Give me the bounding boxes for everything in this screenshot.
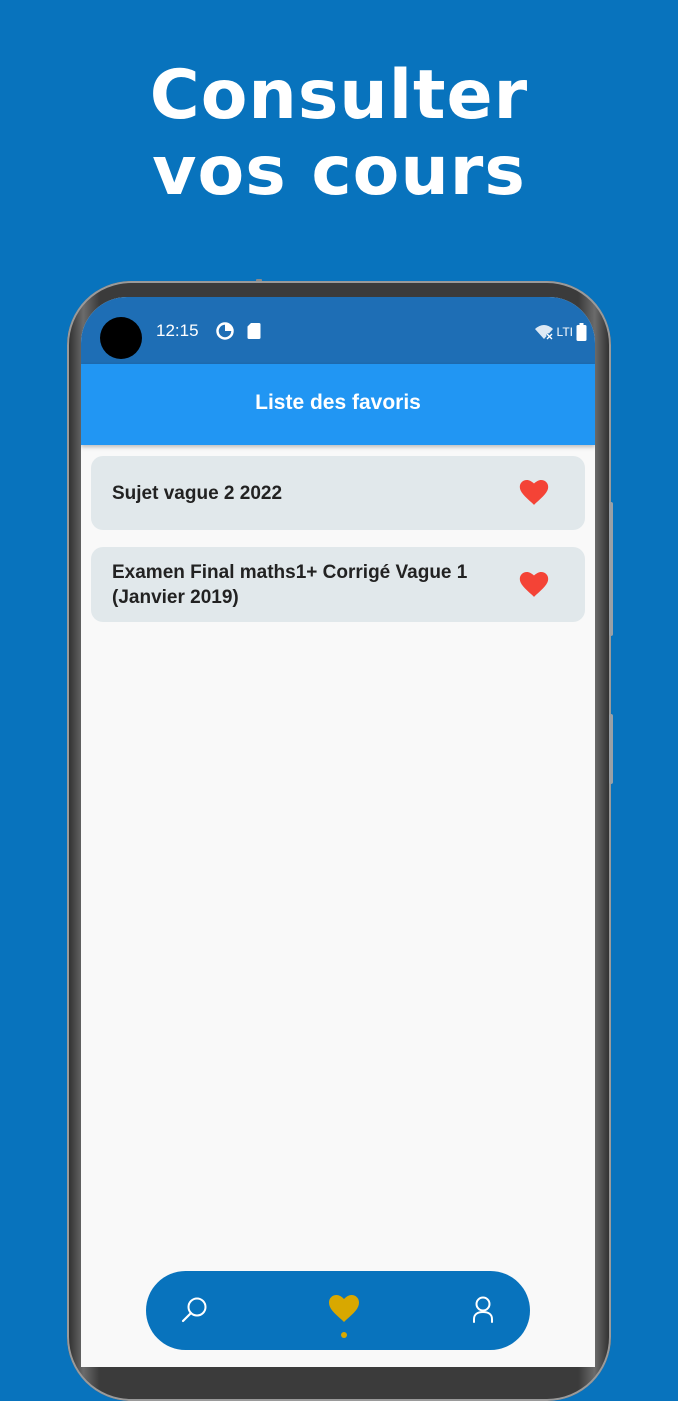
phone-power-button	[609, 714, 613, 784]
sd-card-icon	[247, 323, 261, 339]
phone-screen: 12:15 LTI Liste des favoris Sujet vague …	[81, 297, 595, 1367]
wifi-off-icon	[534, 325, 553, 340]
promo-title: Consulter vos cours	[0, 58, 678, 210]
app-bar: Liste des favoris	[81, 364, 595, 445]
profile-icon[interactable]	[466, 1293, 500, 1327]
active-nav-indicator	[341, 1332, 347, 1338]
bottom-navigation	[146, 1271, 530, 1350]
promo-title-line2: vos cours	[152, 132, 526, 211]
promo-title-line1: Consulter	[149, 56, 529, 135]
status-right-cluster: LTI	[534, 323, 587, 341]
favorite-item-title: Examen Final maths1+ Corrigé Vague 1 (Ja…	[112, 561, 468, 608]
search-icon[interactable]	[178, 1293, 212, 1327]
network-type: LTI	[556, 325, 573, 339]
status-bar: 12:15 LTI	[81, 297, 595, 364]
phone-volume-button	[609, 502, 613, 636]
favorite-item[interactable]: Examen Final maths1+ Corrigé Vague 1 (Ja…	[91, 547, 585, 622]
heart-icon[interactable]	[519, 480, 549, 506]
favorite-item[interactable]: Sujet vague 2 2022	[91, 456, 585, 530]
data-saver-icon	[216, 322, 234, 340]
front-camera	[100, 317, 142, 359]
heart-icon[interactable]	[519, 571, 549, 598]
favorite-item-title: Sujet vague 2 2022	[112, 482, 283, 504]
page-title: Liste des favoris	[255, 391, 421, 414]
status-time: 12:15	[156, 321, 199, 340]
heart-icon[interactable]	[327, 1291, 361, 1325]
battery-icon	[576, 323, 587, 341]
